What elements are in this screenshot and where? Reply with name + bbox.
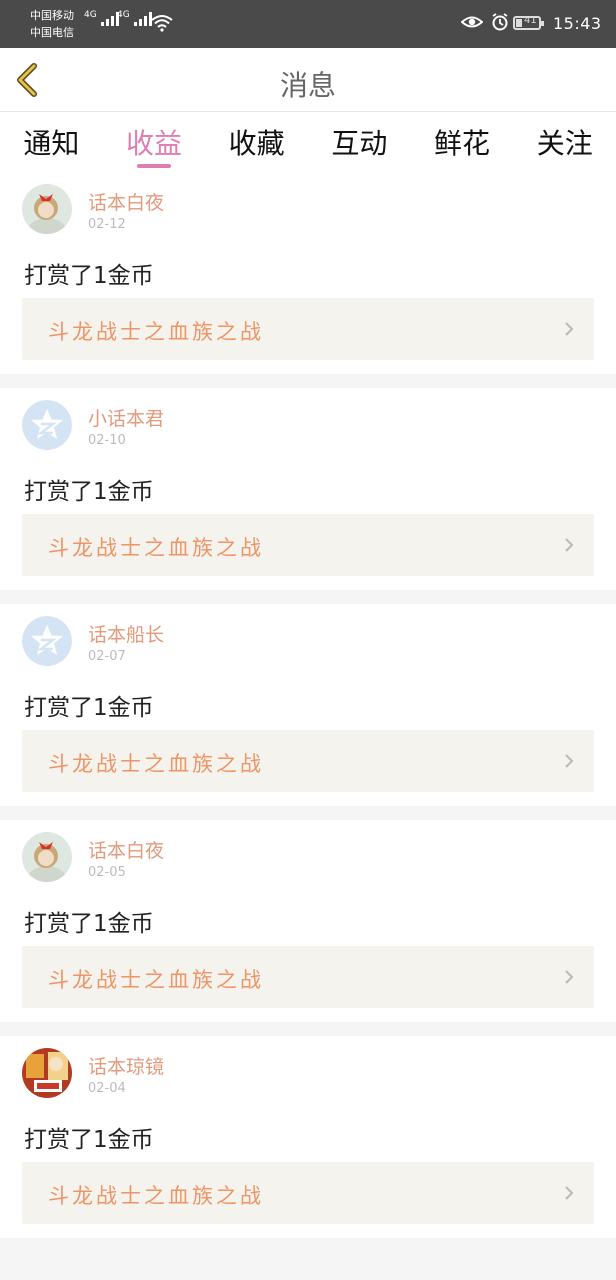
message-text: 打赏了1金币 <box>24 695 154 721</box>
signal-icon: 4G <box>84 10 119 26</box>
carrier-2: 中国电信 <box>30 26 74 39</box>
tab-interactions[interactable]: 互动 <box>308 112 411 172</box>
avatar[interactable] <box>22 616 72 666</box>
book-title: 斗龙战士之血族之战 <box>48 752 264 776</box>
app-header: 消息 <box>0 48 616 112</box>
message-date: 02-05 <box>88 865 126 880</box>
username[interactable]: 话本琼镜 <box>88 1052 164 1079</box>
avatar[interactable] <box>22 1048 72 1098</box>
chevron-right-icon <box>565 538 574 552</box>
book-link[interactable]: 斗龙战士之血族之战 <box>22 514 594 576</box>
tab-label: 收藏 <box>228 127 285 160</box>
signal-icon: 4G <box>117 10 152 26</box>
avatar[interactable] <box>22 832 72 882</box>
tab-earnings[interactable]: 收益 <box>103 112 206 172</box>
message-card: 话本白夜 02-05 打赏了1金币 斗龙战士之血族之战 <box>0 820 616 1022</box>
message-text: 打赏了1金币 <box>24 479 154 505</box>
clock: 15:43 <box>553 14 602 33</box>
tab-favorites[interactable]: 收藏 <box>205 112 308 172</box>
status-icons <box>461 13 509 31</box>
tab-following[interactable]: 关注 <box>513 112 616 172</box>
message-date: 02-04 <box>88 1081 126 1096</box>
wifi-icon <box>151 15 173 32</box>
book-title: 斗龙战士之血族之战 <box>48 968 264 992</box>
tab-label: 通知 <box>23 127 80 160</box>
avatar[interactable] <box>22 400 72 450</box>
username[interactable]: 话本白夜 <box>88 188 164 215</box>
chevron-right-icon <box>565 970 574 984</box>
network-type-1: 4G <box>84 10 97 20</box>
message-date: 02-12 <box>88 217 126 232</box>
page-title: 消息 <box>279 69 336 102</box>
book-title: 斗龙战士之血族之战 <box>48 1184 264 1208</box>
book-link[interactable]: 斗龙战士之血族之战 <box>22 1162 594 1224</box>
avatar[interactable] <box>22 184 72 234</box>
message-text: 打赏了1金币 <box>24 263 154 289</box>
carrier-1: 中国移动 <box>30 9 74 22</box>
eye-icon <box>461 16 483 28</box>
tab-flowers[interactable]: 鲜花 <box>411 112 514 172</box>
tab-label: 互动 <box>331 127 388 160</box>
message-date: 02-07 <box>88 649 126 664</box>
message-card: 话本船长 02-07 打赏了1金币 斗龙战士之血族之战 <box>0 604 616 806</box>
tab-label: 鲜花 <box>434 127 491 160</box>
tab-label: 收益 <box>126 127 183 160</box>
book-link[interactable]: 斗龙战士之血族之战 <box>22 730 594 792</box>
tab-label: 关注 <box>536 127 593 160</box>
username[interactable]: 话本白夜 <box>88 836 164 863</box>
username[interactable]: 小话本君 <box>88 404 164 431</box>
active-tab-indicator <box>137 164 171 168</box>
username[interactable]: 话本船长 <box>88 620 164 647</box>
tab-notifications[interactable]: 通知 <box>0 112 103 172</box>
chevron-right-icon <box>565 754 574 768</box>
message-card: 话本琼镜 02-04 打赏了1金币 斗龙战士之血族之战 <box>0 1036 616 1238</box>
message-date: 02-10 <box>88 433 126 448</box>
message-card: 小话本君 02-10 打赏了1金币 斗龙战士之血族之战 <box>0 388 616 590</box>
network-type-2: 4G <box>117 10 130 20</box>
book-title: 斗龙战士之血族之战 <box>48 536 264 560</box>
chevron-right-icon <box>565 322 574 336</box>
status-bar: 中国移动 中国电信 4G 4G 41 15:43 <box>0 0 616 48</box>
carrier-labels: 中国移动 中国电信 <box>30 7 74 41</box>
message-text: 打赏了1金币 <box>24 911 154 937</box>
message-list: 话本白夜 02-12 打赏了1金币 斗龙战士之血族之战 小话本君 02-10 打… <box>0 172 616 1252</box>
book-title: 斗龙战士之血族之战 <box>48 320 264 344</box>
book-link[interactable]: 斗龙战士之血族之战 <box>22 298 594 360</box>
battery-level: 41 <box>524 15 537 26</box>
message-text: 打赏了1金币 <box>24 1127 154 1153</box>
tab-bar: 通知 收益 收藏 互动 鲜花 关注 <box>0 112 616 172</box>
chevron-right-icon <box>565 1186 574 1200</box>
book-link[interactable]: 斗龙战士之血族之战 <box>22 946 594 1008</box>
message-card: 话本白夜 02-12 打赏了1金币 斗龙战士之血族之战 <box>0 172 616 374</box>
alarm-icon <box>492 13 508 31</box>
battery-icon: 41 <box>513 15 544 30</box>
